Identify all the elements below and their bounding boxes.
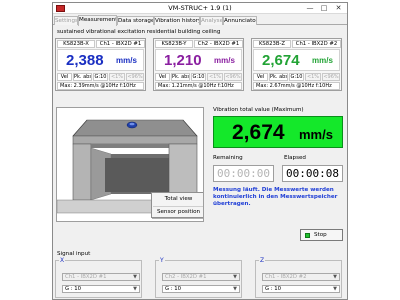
chevron-down-icon: ▼ <box>333 274 337 280</box>
chevron-down-icon[interactable]: ▼ <box>131 286 139 292</box>
signal-group-y: Y Ch2 - IBX2D #1 ▼ G : 10 ▼ <box>155 257 242 298</box>
maximize-button[interactable]: □ <box>317 3 331 13</box>
gain-select-value: G : 10 <box>165 286 181 292</box>
status-message: Messung läuft. Die Messwerte werden kont… <box>213 187 338 207</box>
channel-select: Ch1 - IBX2D #2 ▼ <box>262 273 340 281</box>
sensor-params: Vel Pk. abs G:10 <1% <96% <box>57 73 144 81</box>
param-quantity: Vel <box>253 73 268 81</box>
sensor-model: KS823B-X <box>57 40 95 48</box>
sensor-value: 2,388 <box>66 52 104 69</box>
sensor-max: Max: 2.39mm/s @10Hz f:10Hz <box>57 82 144 90</box>
app-window: VM-STRUC+ 1.9 (1) — □ ✕ Settings Measure… <box>52 2 348 300</box>
sensor-panel-x: KS823B-X Ch1 - IBX2D #1 2,388 mm/s Vel P… <box>55 38 146 91</box>
sensor-panel-y: KS823B-Y Ch2 - IBX2D #1 1,210 mm/s Vel P… <box>153 38 244 91</box>
sensor-channel: Ch1 - IBX2D #1 <box>96 40 145 48</box>
channel-select: Ch2 - IBX2D #1 ▼ <box>162 273 240 281</box>
param-gain: G:10 <box>289 73 304 81</box>
tab-data-storage[interactable]: Data storage <box>117 16 154 25</box>
stop-button[interactable]: Stop <box>300 229 343 241</box>
measurement-description: sustained vibrational excitation residen… <box>57 29 221 35</box>
sensor-unit: mm/s <box>116 56 137 65</box>
param-quantity: Vel <box>155 73 170 81</box>
param-mode: Pk. abs <box>269 73 288 81</box>
gain-select[interactable]: G : 10 ▼ <box>162 285 240 293</box>
status-led-icon <box>305 233 310 238</box>
chevron-down-icon[interactable]: ▼ <box>331 286 339 292</box>
param-gain: G:10 <box>191 73 206 81</box>
param-low-limit: <1% <box>207 73 223 81</box>
axis-label: X <box>59 257 66 264</box>
sensor-channel: Ch1 - IBX2D #2 <box>292 40 341 48</box>
building-3d-view[interactable]: Total view Sensor position <box>56 107 204 222</box>
param-high-limit: <96% <box>322 73 340 81</box>
channel-select-value: Ch2 - IBX2D #1 <box>165 274 207 280</box>
channel-select-value: Ch1 - IBX2D #1 <box>65 274 107 280</box>
axis-label: Z <box>259 257 266 264</box>
sensor-model: KS823B-Z <box>253 40 291 48</box>
menu-item-sensor-position[interactable]: Sensor position <box>153 206 203 217</box>
tab-annunciator[interactable]: Annunciator <box>223 16 257 25</box>
sensor-value-display: 2,388 mm/s <box>57 49 144 71</box>
signal-group-z: Z Ch1 - IBX2D #2 ▼ G : 10 ▼ <box>255 257 342 298</box>
param-high-limit: <96% <box>224 73 242 81</box>
signal-group-x: X Ch1 - IBX2D #1 ▼ G : 10 ▼ <box>55 257 142 298</box>
menu-item-total-view[interactable]: Total view <box>153 194 203 205</box>
tab-vibration-history[interactable]: Vibration history <box>154 16 200 25</box>
param-gain: G:10 <box>93 73 108 81</box>
param-high-limit: <96% <box>126 73 144 81</box>
total-value: 2,674 <box>232 121 285 144</box>
sensor-unit: mm/s <box>214 56 235 65</box>
sensor-params: Vel Pk. abs G:10 <1% <96% <box>253 73 340 81</box>
total-value-unit: mm/s <box>299 127 333 142</box>
sensor-panel-z: KS823B-Z Ch1 - IBX2D #2 2,674 mm/s Vel P… <box>251 38 342 91</box>
sensor-model: KS823B-Y <box>155 40 193 48</box>
sensor-value: 1,210 <box>164 52 202 69</box>
elapsed-time: 00:00:08 <box>282 165 343 182</box>
sensor-params: Vel Pk. abs G:10 <1% <96% <box>155 73 242 81</box>
tab-settings[interactable]: Settings <box>54 16 78 25</box>
chevron-down-icon: ▼ <box>133 274 137 280</box>
gain-select-value: G : 10 <box>65 286 81 292</box>
chevron-down-icon[interactable]: ▼ <box>231 286 239 292</box>
sensor-max: Max: 1.21mm/s @10Hz f:10Hz <box>155 82 242 90</box>
param-mode: Pk. abs <box>73 73 92 81</box>
title-bar: VM-STRUC+ 1.9 (1) — □ ✕ <box>53 3 347 14</box>
channel-select: Ch1 - IBX2D #1 ▼ <box>62 273 140 281</box>
sensor-channel: Ch2 - IBX2D #1 <box>194 40 243 48</box>
sensor-value-display: 1,210 mm/s <box>155 49 242 71</box>
tab-bar: Settings Measurement Data storage Vibrat… <box>53 15 347 26</box>
sensor-value-display: 2,674 mm/s <box>253 49 340 71</box>
elapsed-label: Elapsed <box>284 155 306 161</box>
remaining-label: Remaining <box>213 155 243 161</box>
remaining-time: 00:00:00 <box>213 165 274 182</box>
param-low-limit: <1% <box>305 73 321 81</box>
gain-select[interactable]: G : 10 ▼ <box>262 285 340 293</box>
view-context-menu: Total view Sensor position <box>151 192 203 218</box>
tab-analyse[interactable]: Analyse <box>200 16 223 25</box>
channel-select-value: Ch1 - IBX2D #2 <box>265 274 307 280</box>
stop-button-label: Stop <box>314 232 327 238</box>
param-quantity: Vel <box>57 73 72 81</box>
total-value-label: Vibration total value (Maximum) <box>213 107 304 113</box>
axis-label: Y <box>159 257 165 264</box>
minimize-button[interactable]: — <box>303 3 317 13</box>
sensor-value: 2,674 <box>262 52 300 69</box>
gain-select-value: G : 10 <box>265 286 281 292</box>
chevron-down-icon: ▼ <box>233 274 237 280</box>
close-button[interactable]: ✕ <box>331 3 346 13</box>
tab-measurement[interactable]: Measurement <box>78 15 117 26</box>
gain-select[interactable]: G : 10 ▼ <box>62 285 140 293</box>
param-low-limit: <1% <box>109 73 125 81</box>
param-mode: Pk. abs <box>171 73 190 81</box>
total-value-display: 2,674 mm/s <box>213 116 343 148</box>
sensor-max: Max: 2.67mm/s @10Hz f:10Hz <box>253 82 340 90</box>
sensor-unit: mm/s <box>312 56 333 65</box>
